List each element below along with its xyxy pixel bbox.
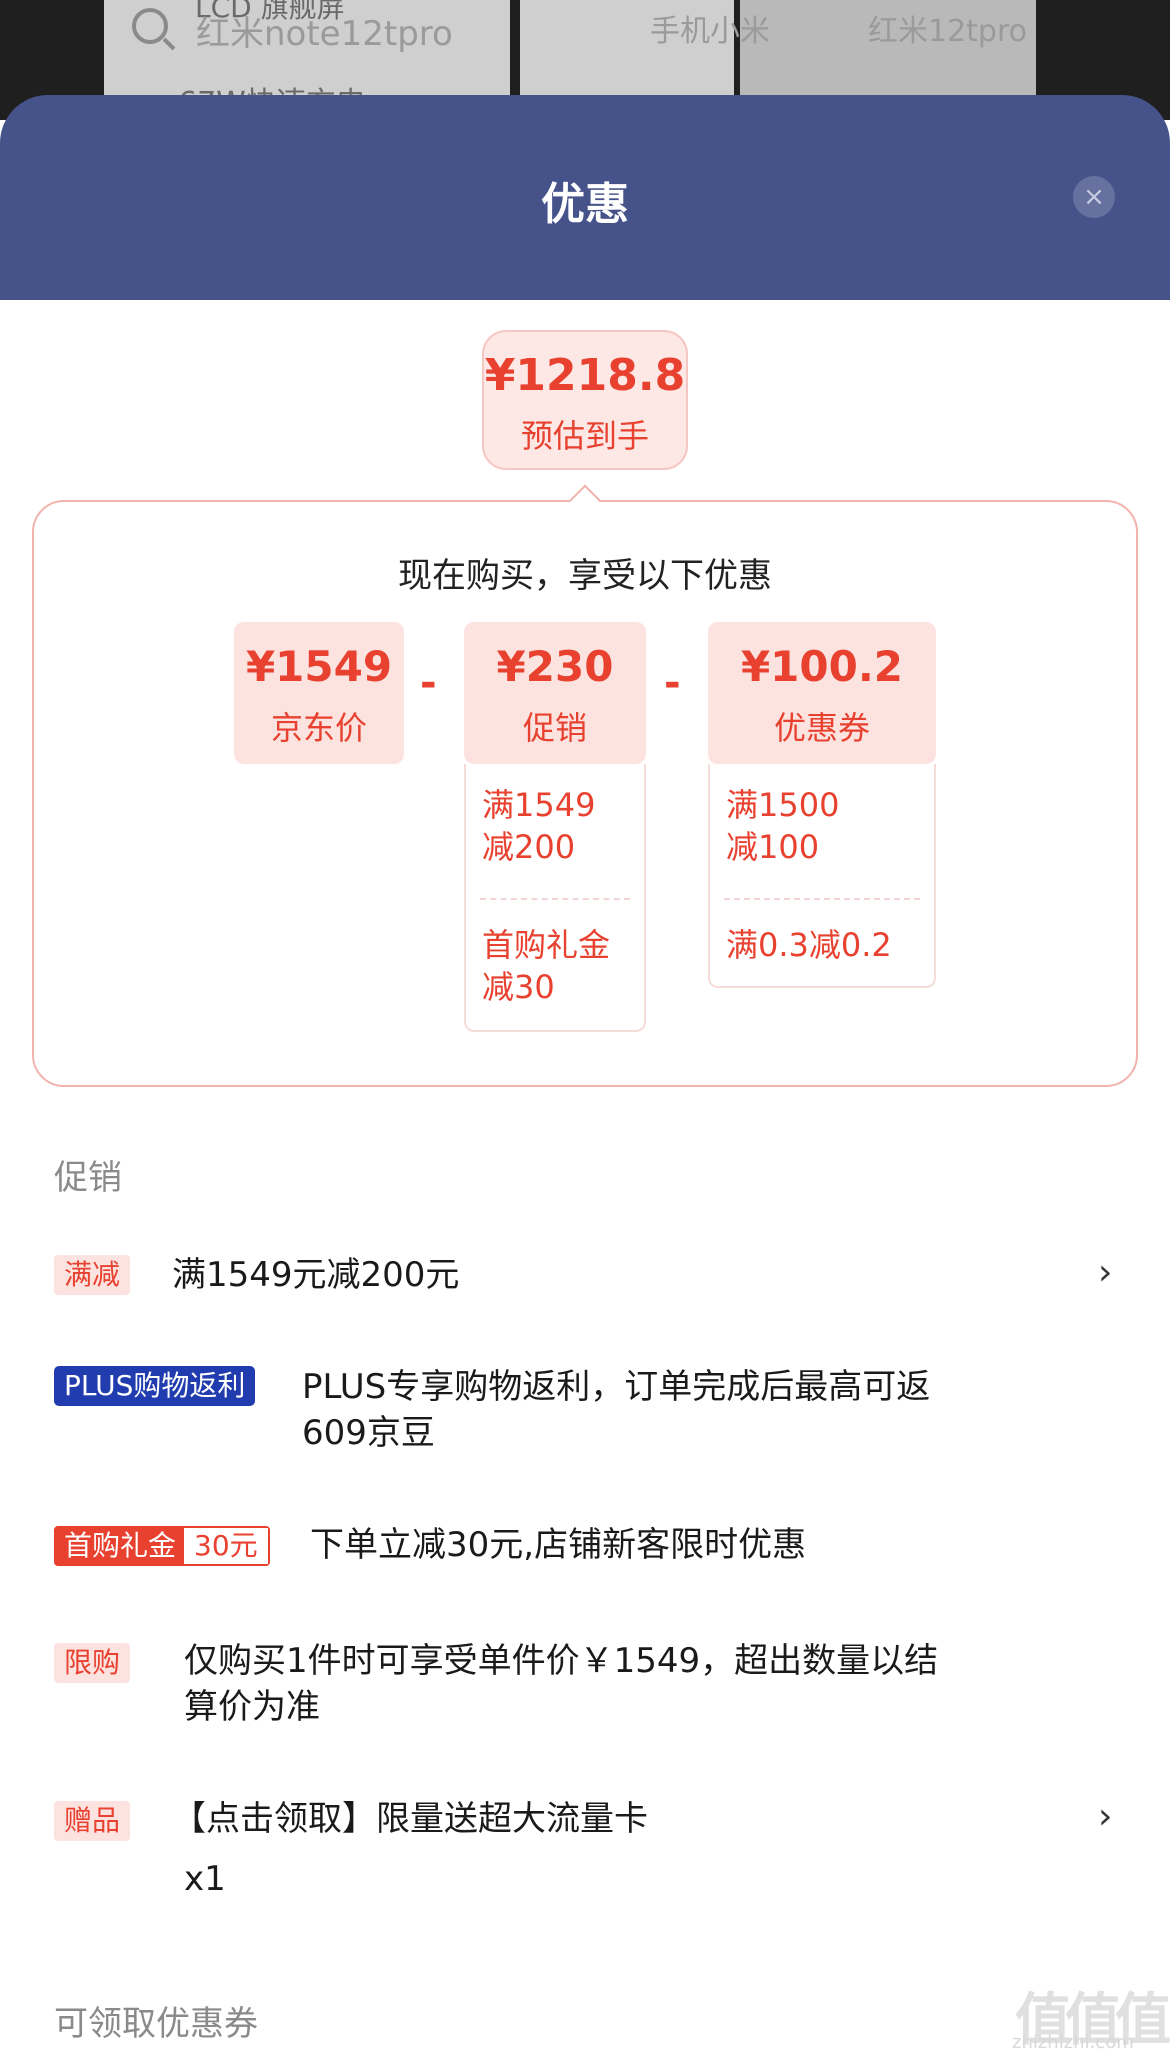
price-chip-jd: ¥1549 京东价 (234, 622, 404, 764)
tag-plus-rebate: PLUS购物返利 (54, 1366, 256, 1406)
coupon-detail-item: 满1500 减100 (726, 786, 840, 866)
minus-sign: - (420, 660, 437, 706)
tag-purchase-limit: 限购 (54, 1643, 131, 1683)
coupon-detail-item: 满0.3减0.2 (726, 926, 892, 964)
divider (480, 898, 630, 900)
background-search-chip: 红米12tpro (868, 14, 1028, 49)
promotion-text: 609京豆 (302, 1413, 435, 1453)
section-title-coupons: 可领取优惠券 (54, 2004, 258, 2044)
estimated-price: ¥1218.8 (484, 350, 686, 401)
promotion-detail-item: 首购礼金 减30 (482, 926, 611, 1006)
gift-quantity: x1 (184, 1859, 226, 1899)
sheet-title: 优惠 (541, 179, 629, 230)
chip-label: 京东价 (270, 709, 367, 747)
promotion-text: 下单立减30元,店铺新客限时优惠 (310, 1525, 807, 1565)
background-search-chip: 手机小米 (650, 14, 770, 49)
coupon-details: 满1500 减100 满0.3减0.2 (708, 764, 936, 988)
chevron-right-icon: › (1098, 1796, 1113, 1837)
price-chip-coupon: ¥100.2 优惠券 (708, 622, 936, 764)
promotion-text: 算价为准 (184, 1687, 320, 1727)
chip-label: 优惠券 (773, 709, 870, 747)
chip-value: ¥1549 (245, 642, 393, 691)
tag-full-reduction: 满减 (54, 1255, 131, 1295)
promotion-detail-item: 满1549 减200 (482, 786, 596, 866)
promotion-details: 满1549 减200 首购礼金 减30 (464, 764, 646, 1032)
tag-amount: 30元 (184, 1528, 268, 1564)
tag-label: 首购礼金 (56, 1528, 185, 1564)
tag-gift: 赠品 (54, 1801, 131, 1841)
minus-sign: - (664, 660, 681, 706)
close-icon: × (1083, 182, 1105, 212)
price-chip-promotion: ¥230 促销 (464, 622, 646, 764)
estimated-price-bubble: ¥1218.8 预估到手 (482, 330, 688, 470)
estimated-price-label: 预估到手 (520, 417, 649, 455)
promotion-text: 【点击领取】限量送超大流量卡 (172, 1799, 648, 1839)
section-title-promotions: 促销 (54, 1158, 122, 1198)
search-icon (132, 8, 168, 44)
background-search-input: 红米note12tpro (196, 14, 453, 54)
chip-label: 促销 (522, 709, 587, 747)
chip-value: ¥230 (496, 642, 614, 691)
watermark-url: zhizhizhi.com (1012, 2032, 1134, 2053)
chip-value: ¥100.2 (740, 642, 904, 691)
divider (724, 898, 920, 900)
close-button[interactable]: × (1073, 176, 1115, 218)
promotion-text: 满1549元减200元 (172, 1255, 460, 1295)
breakdown-title: 现在购买，享受以下优惠 (398, 556, 772, 596)
tag-first-purchase-gift: 首购礼金 30元 (54, 1526, 270, 1566)
chevron-right-icon: › (1098, 1252, 1113, 1293)
promotion-text: 仅购买1件时可享受单件价￥1549，超出数量以结 (184, 1641, 939, 1681)
promotion-text: PLUS专享购物返利，订单完成后最高可返 (302, 1367, 931, 1407)
